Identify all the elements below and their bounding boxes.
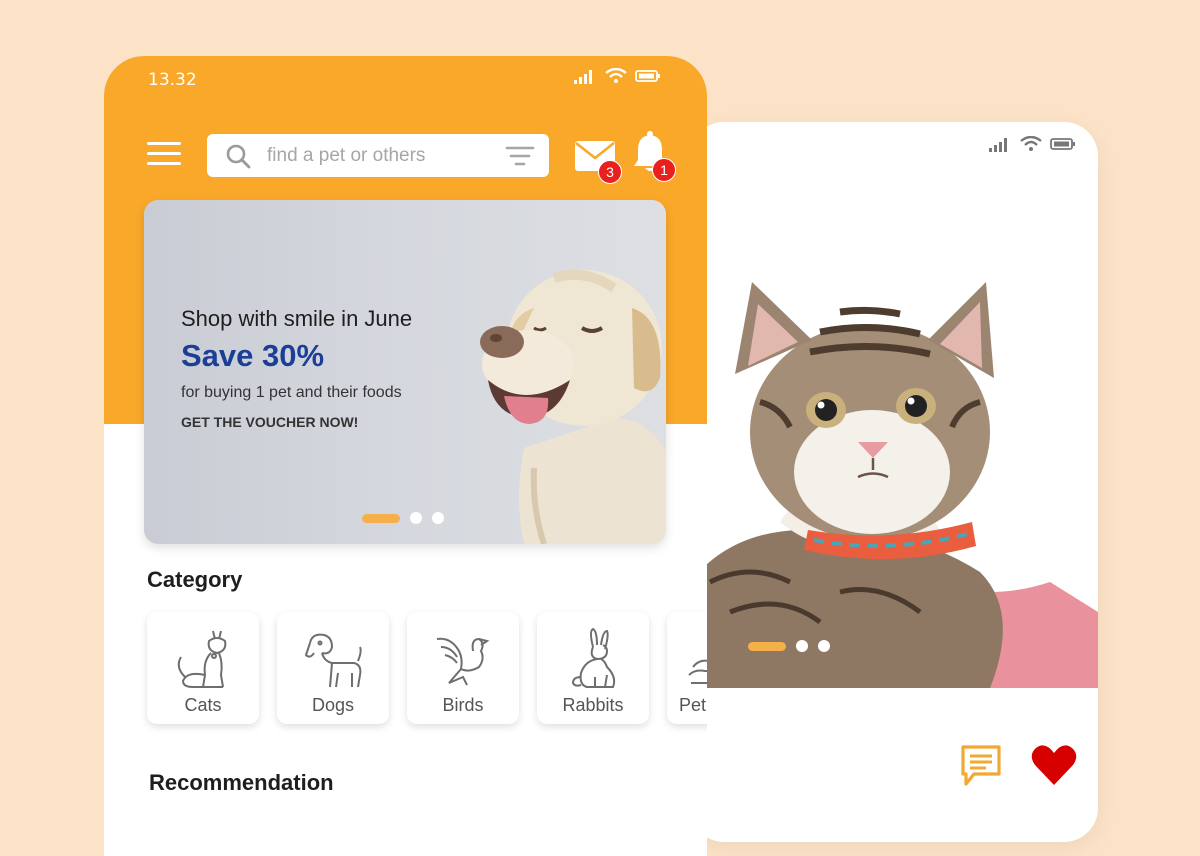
category-label: Birds [442,695,484,715]
search-input[interactable] [265,143,489,168]
battery-icon [1050,138,1075,150]
banner-dot[interactable] [410,512,422,524]
category-label: Pet [679,695,707,715]
dog-icon [304,633,362,688]
banner-headline: Shop with smile in June [181,306,413,331]
cat-illustration [690,282,1098,688]
banner-text: Shop with smile in June Save 30% for buy… [181,306,412,430]
category-cats[interactable]: Cats [147,612,259,724]
home-phone: 13.32 3 [104,56,707,856]
gallery-dot[interactable] [818,640,830,652]
messages-button[interactable]: 3 [574,138,622,184]
pet-icon [688,659,707,684]
gallery-dot[interactable] [796,640,808,652]
promo-banner[interactable]: Shop with smile in June Save 30% for buy… [144,200,666,544]
cat-photo [690,282,1098,688]
category-dogs[interactable]: Dogs [277,612,389,724]
search-bar [207,134,549,177]
category-label: Rabbits [562,695,624,715]
pet-detail-phone [690,122,1098,842]
hamburger-icon-bar [147,142,181,145]
banner-dot[interactable] [432,512,444,524]
category-pet[interactable]: Pet [667,612,707,724]
hamburger-icon-bar [147,152,181,155]
voucher-link[interactable]: GET THE VOUCHER NOW! [181,414,412,430]
detail-actions [958,742,1078,788]
banner-pagination [362,512,444,524]
signal-icon [574,70,592,84]
battery-icon [635,70,660,82]
hamburger-icon-bar [147,162,181,165]
notifications-button[interactable]: 1 [632,130,676,182]
dog-illustration [480,269,666,544]
category-label: Dogs [311,695,355,715]
chat-icon[interactable] [958,742,1004,788]
gallery-dot-active[interactable] [748,641,786,651]
bell-badge: 1 [652,158,676,182]
cat-icon [177,630,227,688]
filter-icon[interactable] [505,145,535,167]
wifi-icon [605,68,627,83]
gallery-pagination [748,640,830,652]
category-label: Cats [184,695,222,715]
mail-badge: 3 [598,160,622,184]
back-status-icons [988,136,1076,152]
banner-dot-active[interactable] [362,513,400,523]
category-title: Category [147,567,243,592]
search-icon [226,144,251,168]
front-status-icons [573,68,661,84]
wifi-icon [1020,136,1042,151]
category-rabbits[interactable]: Rabbits [537,612,649,724]
category-birds[interactable]: Birds [407,612,519,724]
heart-icon[interactable] [1030,743,1078,787]
banner-subtext: for buying 1 pet and their foods [181,384,402,401]
banner-discount: Save 30% [181,338,325,373]
signal-icon [989,138,1007,152]
category-list: Cats Dogs Birds Rabbits Pet [147,612,707,724]
status-time: 13.32 [148,70,197,90]
menu-button[interactable] [147,142,181,168]
rabbit-icon [571,627,616,688]
bird-icon [436,637,490,686]
recommendation-title: Recommendation [149,770,334,795]
